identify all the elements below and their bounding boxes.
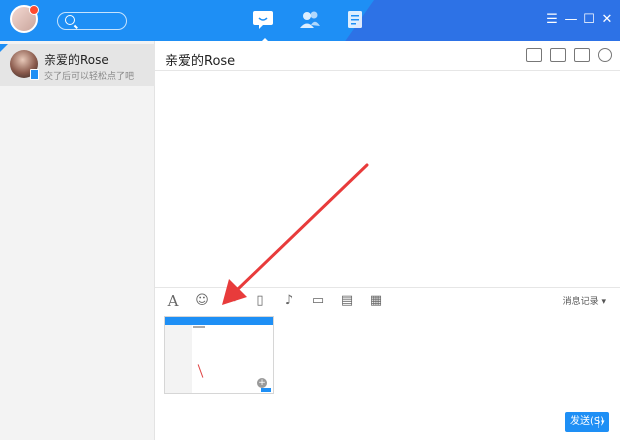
pasted-screenshot[interactable]: +: [164, 316, 274, 394]
font-icon[interactable]: A: [165, 292, 181, 310]
chat-title: 亲爱的Rose: [165, 54, 236, 69]
notification-dot: [29, 5, 39, 15]
shake-icon[interactable]: ▯: [252, 292, 268, 310]
minimize-icon[interactable]: —: [564, 13, 578, 27]
message-preview: 交了后可以轻松点了吧: [44, 72, 135, 82]
message-history-link[interactable]: 消息记录 ▾: [563, 294, 606, 307]
settings-icon[interactable]: [598, 48, 612, 62]
thumb-title: [193, 326, 205, 328]
calendar-icon[interactable]: ▦: [368, 292, 384, 310]
files-icon: [348, 11, 362, 28]
zoom-icon: +: [257, 378, 267, 388]
search-icon: [65, 15, 75, 25]
search-input[interactable]: [57, 12, 127, 30]
emoji-icon[interactable]: ☺: [194, 292, 210, 310]
phone-icon[interactable]: [550, 48, 566, 62]
send-button[interactable]: 发送(S) ▾: [565, 412, 609, 432]
send-dropdown-icon[interactable]: ▾: [601, 412, 605, 432]
user-avatar[interactable]: [10, 5, 39, 33]
thumb-send: [261, 388, 271, 392]
send-label: 发送(S): [570, 416, 605, 427]
contact-name: 亲爱的Rose: [44, 53, 109, 67]
screenshot-icon[interactable]: ✂: [223, 292, 239, 310]
thumb-sidebar: [165, 325, 192, 393]
input-divider: [155, 287, 620, 288]
sidebar: 亲爱的Rose 交了后可以轻松点了吧: [0, 41, 155, 440]
input-toolbar: A ☺ ✂ ▯ ♪ ▭ ▤ ▦: [165, 292, 384, 310]
tab-contacts[interactable]: [298, 9, 324, 33]
image-icon[interactable]: ▭: [310, 292, 326, 310]
title-bar: ☰ — ☐ ✕: [0, 0, 620, 41]
close-icon[interactable]: ✕: [600, 13, 614, 27]
menu-icon[interactable]: ☰: [545, 13, 559, 27]
voice-icon[interactable]: ♪: [281, 292, 297, 310]
tab-chat[interactable]: [251, 9, 277, 41]
mobile-status-icon: [30, 69, 39, 80]
thumb-arrow: [197, 364, 204, 378]
chat-panel: 亲爱的Rose A ☺ ✂ ▯ ♪ ▭ ▤ ▦ 消息记录 ▾ + 发送(S) ▾: [155, 41, 620, 440]
folder-icon[interactable]: ▤: [339, 292, 355, 310]
thumb-titlebar: [165, 317, 273, 325]
tab-files[interactable]: [343, 9, 369, 33]
header-actions: [526, 48, 612, 62]
active-marker: [0, 44, 8, 52]
chat-icon: [253, 11, 273, 29]
sidebar-item-rose[interactable]: 亲爱的Rose 交了后可以轻松点了吧: [0, 44, 155, 86]
contacts-icon: [300, 11, 320, 28]
send-separator: [598, 416, 599, 428]
header-divider: [155, 70, 620, 71]
add-member-icon[interactable]: [574, 48, 590, 62]
maximize-icon[interactable]: ☐: [582, 13, 596, 27]
screen-share-icon[interactable]: [526, 48, 542, 62]
